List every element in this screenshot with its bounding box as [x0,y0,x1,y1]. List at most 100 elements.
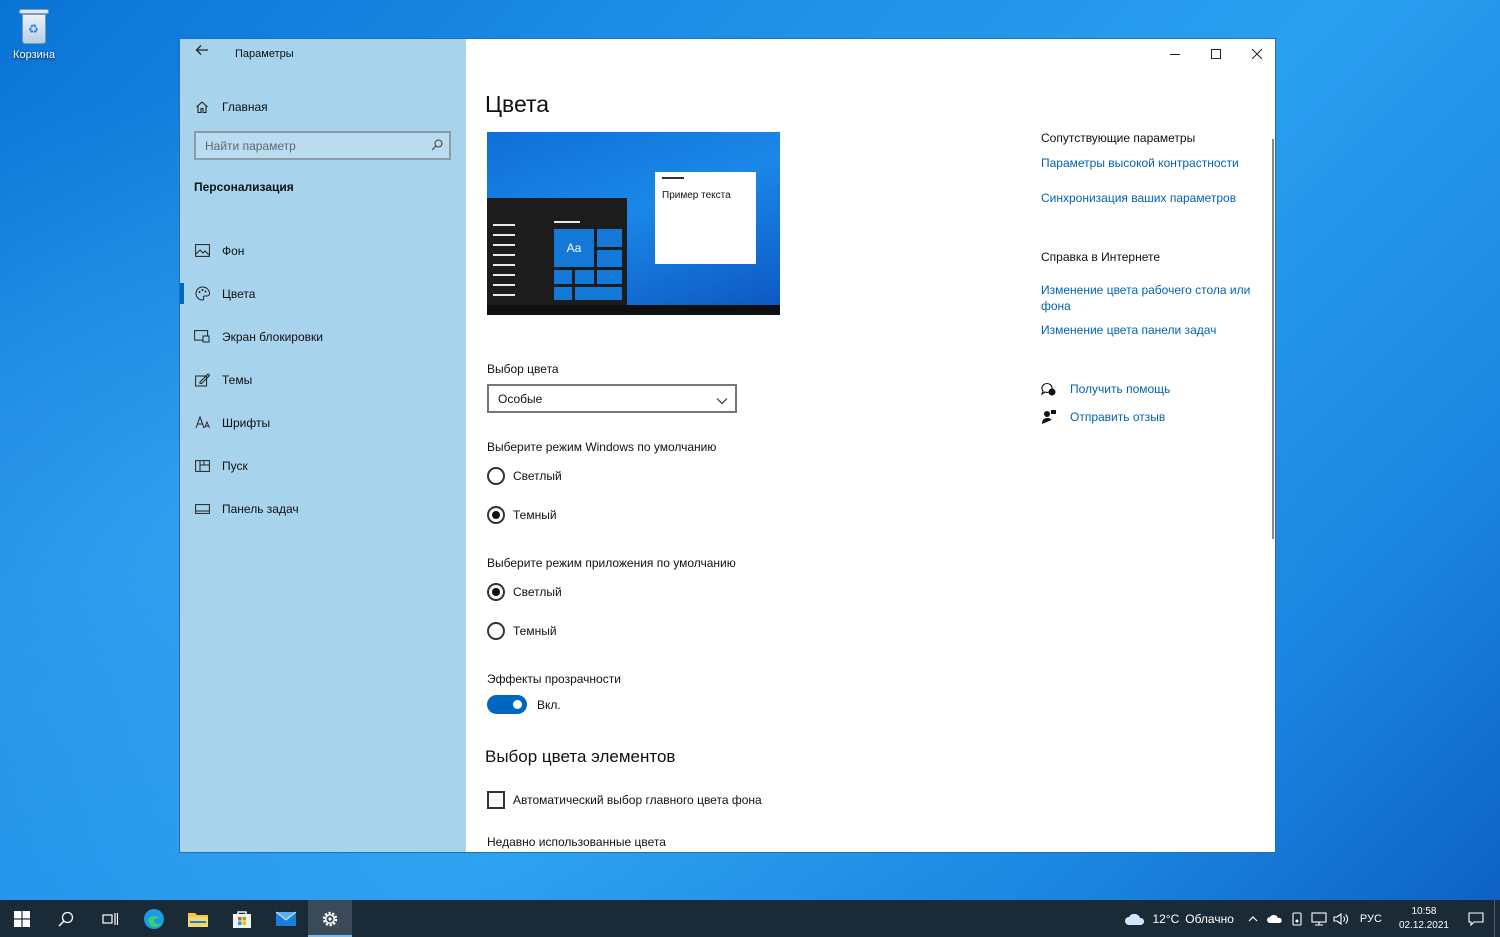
windows-mode-light-radio[interactable]: Светлый [487,467,562,485]
store-icon [233,910,251,928]
taskbar-edge[interactable] [132,900,176,937]
search-box[interactable] [194,131,451,160]
recycle-bin-icon: ♻ [17,6,51,46]
start-button[interactable] [0,900,44,937]
nav-home[interactable]: Главная [194,96,268,118]
minimize-button[interactable] [1154,39,1195,69]
tray-overflow-button[interactable] [1242,900,1264,937]
sidebar-item-label: Экран блокировки [222,329,323,344]
home-icon [194,99,210,115]
maximize-button[interactable] [1195,39,1236,69]
task-view-icon [102,912,118,925]
image-icon [194,243,210,259]
preview-taskbar [487,305,780,315]
back-arrow-icon[interactable] [192,43,212,61]
folder-icon [188,912,208,927]
search-icon [58,911,74,927]
accent-section-title: Выбор цвета элементов [485,747,676,766]
clock-date: 02.12.2021 [1398,919,1449,931]
device-tray[interactable] [1286,900,1308,937]
windows-mode-dark-radio[interactable]: Темный [487,506,557,524]
system-tray: 12°C Облачно РУС 10:58 02.12.2021 [1124,900,1500,937]
preview-sample-text: Пример текста [662,190,731,201]
window-controls [1154,39,1275,69]
transparency-label: Эффекты прозрачности [487,672,621,686]
close-button[interactable] [1236,39,1275,69]
onedrive-icon [1266,914,1282,923]
edge-icon [144,908,164,929]
volume-tray[interactable] [1330,900,1352,937]
sidebar-item-start[interactable]: Пуск [180,444,466,487]
search-icon[interactable] [431,138,443,151]
weather-widget[interactable]: 12°C Облачно [1124,911,1234,926]
app-mode-dark-radio[interactable]: Темный [487,622,557,640]
sidebar-item-themes[interactable]: Темы [180,358,466,401]
transparency-toggle-row: Вкл. [487,695,561,714]
preview-menu-lines [493,224,515,304]
cloud-icon [1125,913,1145,925]
color-choice-label: Выбор цвета [487,362,559,376]
transparency-state: Вкл. [537,697,561,712]
windows-mode-label: Выберите режим Windows по умолчанию [487,440,717,454]
change-taskbar-color-link[interactable]: Изменение цвета панели задач [1041,322,1256,338]
show-desktop-button[interactable] [1494,900,1500,937]
app-mode-light-radio[interactable]: Светлый [487,583,562,601]
settings-sidebar: Параметры Главная Персонализация Фон [180,39,466,852]
device-icon [1292,911,1302,926]
network-tray[interactable] [1308,900,1330,937]
title-bar: Параметры [180,39,466,69]
sidebar-nav: Фон Цвета Экран блокировки Темы Шрифты П… [180,229,466,530]
clock[interactable]: 10:58 02.12.2021 [1390,905,1458,933]
sidebar-item-lock-screen[interactable]: Экран блокировки [180,315,466,358]
speaker-icon [1333,912,1348,925]
preview-window: Пример текста [655,172,756,264]
auto-accent-label: Автоматический выбор главного цвета фона [513,793,762,807]
get-help-link[interactable]: Получить помощь [1041,381,1170,397]
lock-screen-icon [194,329,210,345]
sidebar-item-background[interactable]: Фон [180,229,466,272]
search-input[interactable] [196,133,416,158]
maximize-icon [1210,49,1221,59]
onedrive-tray[interactable] [1264,900,1286,937]
sync-settings-link[interactable]: Синхронизация ваших параметров [1041,190,1256,206]
sidebar-item-taskbar[interactable]: Панель задач [180,487,466,530]
color-choice-dropdown[interactable]: Особые [487,384,737,413]
sidebar-item-colors[interactable]: Цвета [180,272,466,315]
preview-tile-aa: Aa [554,229,594,267]
recycle-bin-label: Корзина [13,49,55,61]
transparency-toggle[interactable] [487,695,527,714]
network-icon [1311,911,1327,926]
section-title-personalization: Персонализация [194,180,294,194]
weather-text: Облачно [1185,911,1234,926]
fonts-icon [194,415,210,431]
auto-accent-checkbox-row[interactable]: Автоматический выбор главного цвета фона [487,791,762,809]
page-title: Цвета [485,91,550,117]
windows-logo-icon [14,910,30,927]
task-view-button[interactable] [88,900,132,937]
palette-icon [194,286,210,302]
mail-icon [275,911,297,926]
theme-preview: Aa Пример текста [487,132,780,315]
taskbar-search-button[interactable] [44,900,88,937]
input-language[interactable]: РУС [1360,913,1382,925]
change-desktop-color-link[interactable]: Изменение цвета рабочего стола или фона [1041,282,1256,314]
sidebar-item-label: Шрифты [222,415,271,430]
sidebar-item-fonts[interactable]: Шрифты [180,401,466,444]
recycle-bin-shortcut[interactable]: ♻ Корзина [8,6,60,61]
radio-label: Светлый [513,469,562,483]
send-feedback-link[interactable]: Отправить отзыв [1041,409,1165,425]
start-menu-icon [194,458,210,474]
taskbar-file-explorer[interactable] [176,900,220,937]
chat-help-icon [1041,381,1057,397]
notifications-button[interactable] [1458,911,1494,926]
radio-circle-checked [487,583,505,601]
taskbar-settings[interactable] [308,900,352,937]
auto-accent-checkbox[interactable] [487,791,505,809]
content-scrollbar[interactable] [1272,139,1274,539]
taskbar-store[interactable] [220,900,264,937]
send-feedback-label: Отправить отзыв [1070,410,1166,424]
close-icon [1251,49,1262,59]
feedback-icon [1041,409,1057,425]
high-contrast-link[interactable]: Параметры высокой контрастности [1041,155,1256,171]
taskbar-mail[interactable] [264,900,308,937]
